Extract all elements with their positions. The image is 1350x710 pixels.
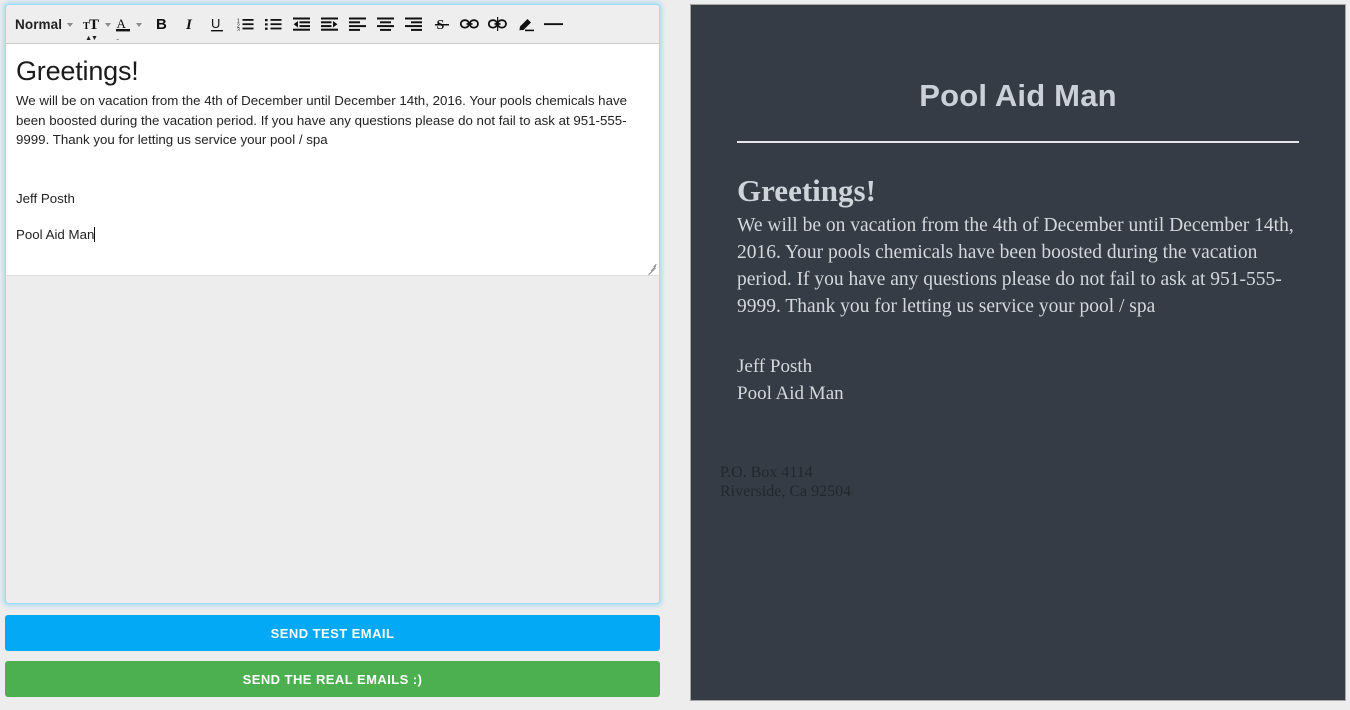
- rich-text-editor[interactable]: Normal T T ▲▼ A .. B I U 1 2 3 Greetings…: [5, 4, 660, 604]
- preview-body: Greetings! We will be on vacation from t…: [691, 173, 1345, 407]
- editor-column: Normal T T ▲▼ A .. B I U 1 2 3 Greetings…: [0, 0, 670, 710]
- underline-icon[interactable]: U: [208, 11, 227, 37]
- svg-text:A: A: [117, 16, 127, 31]
- preview-footer-line2: Riverside, Ca 92504: [720, 483, 852, 500]
- text-cursor: [94, 227, 96, 242]
- strikethrough-icon[interactable]: S: [432, 11, 451, 37]
- font-size-icon[interactable]: T T ▲▼: [83, 11, 102, 43]
- preview-footer-address: P.O. Box 4114 Riverside, Ca 92504: [720, 463, 851, 501]
- preview-heading: Greetings!: [737, 173, 876, 208]
- horizontal-rule-icon[interactable]: [544, 11, 564, 37]
- editor-paragraph[interactable]: We will be on vacation from the 4th of D…: [16, 91, 641, 150]
- textarea-resize-handle[interactable]: [645, 261, 657, 275]
- svg-text:T: T: [89, 17, 99, 32]
- svg-text:I: I: [185, 17, 193, 32]
- format-dropdown-caret-icon[interactable]: [67, 23, 74, 27]
- align-right-icon[interactable]: [404, 11, 423, 37]
- editor-blank-line: [16, 150, 649, 172]
- font-color-dropdown-caret-icon[interactable]: ..: [116, 35, 119, 42]
- editor-signature-company[interactable]: Pool Aid Man: [16, 208, 649, 245]
- preview-signature-company: Pool Aid Man: [737, 383, 844, 404]
- font-size-caret-icon[interactable]: [105, 23, 112, 27]
- email-body-editor[interactable]: Greetings! We will be on vacation from t…: [6, 44, 659, 276]
- italic-icon[interactable]: I: [180, 11, 199, 37]
- indent-icon[interactable]: [320, 11, 339, 37]
- email-preview-content: Pool Aid Man Greetings! We will be on va…: [691, 5, 1345, 700]
- preview-footer-line1: P.O. Box 4114: [720, 464, 813, 481]
- align-center-icon[interactable]: [376, 11, 395, 37]
- editor-signature-company-text: Pool Aid Man: [16, 227, 95, 242]
- editor-signature-name[interactable]: Jeff Posth: [16, 172, 649, 209]
- font-size-dropdown-caret-icon[interactable]: ▲▼: [85, 35, 98, 42]
- font-color-icon[interactable]: A ..: [114, 11, 133, 42]
- align-left-icon[interactable]: [348, 11, 367, 37]
- preview-signature-name: Jeff Posth: [737, 356, 813, 377]
- editor-empty-area: [6, 276, 659, 603]
- svg-text:B: B: [156, 16, 167, 32]
- editor-toolbar[interactable]: Normal T T ▲▼ A .. B I U 1 2 3: [6, 5, 659, 44]
- editor-heading[interactable]: Greetings!: [16, 55, 649, 87]
- bullet-list-icon[interactable]: [264, 11, 283, 37]
- link-icon[interactable]: [460, 11, 480, 37]
- ordered-list-icon[interactable]: 1 2 3: [236, 11, 255, 37]
- outdent-icon[interactable]: [292, 11, 311, 37]
- format-dropdown-label[interactable]: Normal: [15, 17, 62, 32]
- email-campaign-composer: Normal T T ▲▼ A .. B I U 1 2 3 Greetings…: [0, 0, 1350, 710]
- send-test-email-button[interactable]: SEND TEST EMAIL: [5, 615, 660, 651]
- svg-text:3: 3: [237, 28, 240, 32]
- preview-divider: [737, 141, 1299, 143]
- clear-format-icon[interactable]: [516, 11, 535, 37]
- unlink-icon[interactable]: [488, 11, 508, 37]
- email-preview-pane: Pool Aid Man Greetings! We will be on va…: [690, 4, 1346, 701]
- preview-company-title: Pool Aid Man: [919, 78, 1117, 113]
- bold-icon[interactable]: B: [152, 11, 171, 37]
- preview-signature: Jeff Posth Pool Aid Man: [737, 353, 1299, 407]
- font-color-caret-icon[interactable]: [136, 23, 143, 27]
- preview-paragraph: We will be on vacation from the 4th of D…: [737, 215, 1294, 317]
- svg-text:U: U: [211, 16, 220, 31]
- send-real-emails-button[interactable]: SEND THE REAL EMAILS :): [5, 661, 660, 697]
